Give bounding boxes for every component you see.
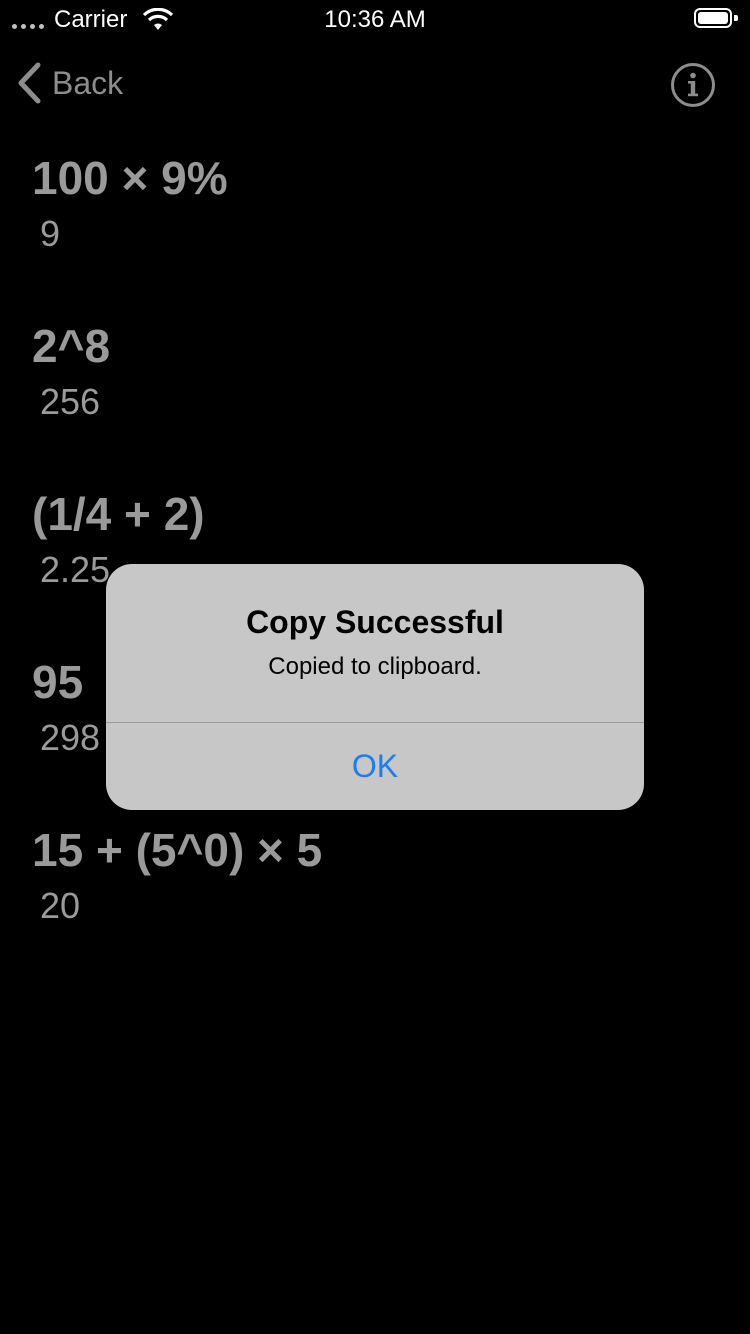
alert-message: Copied to clipboard.	[268, 653, 482, 680]
ok-button[interactable]: OK	[106, 723, 644, 810]
alert-title: Copy Successful	[246, 604, 504, 640]
alert-dialog: Copy Successful Copied to clipboard. OK	[106, 564, 644, 810]
